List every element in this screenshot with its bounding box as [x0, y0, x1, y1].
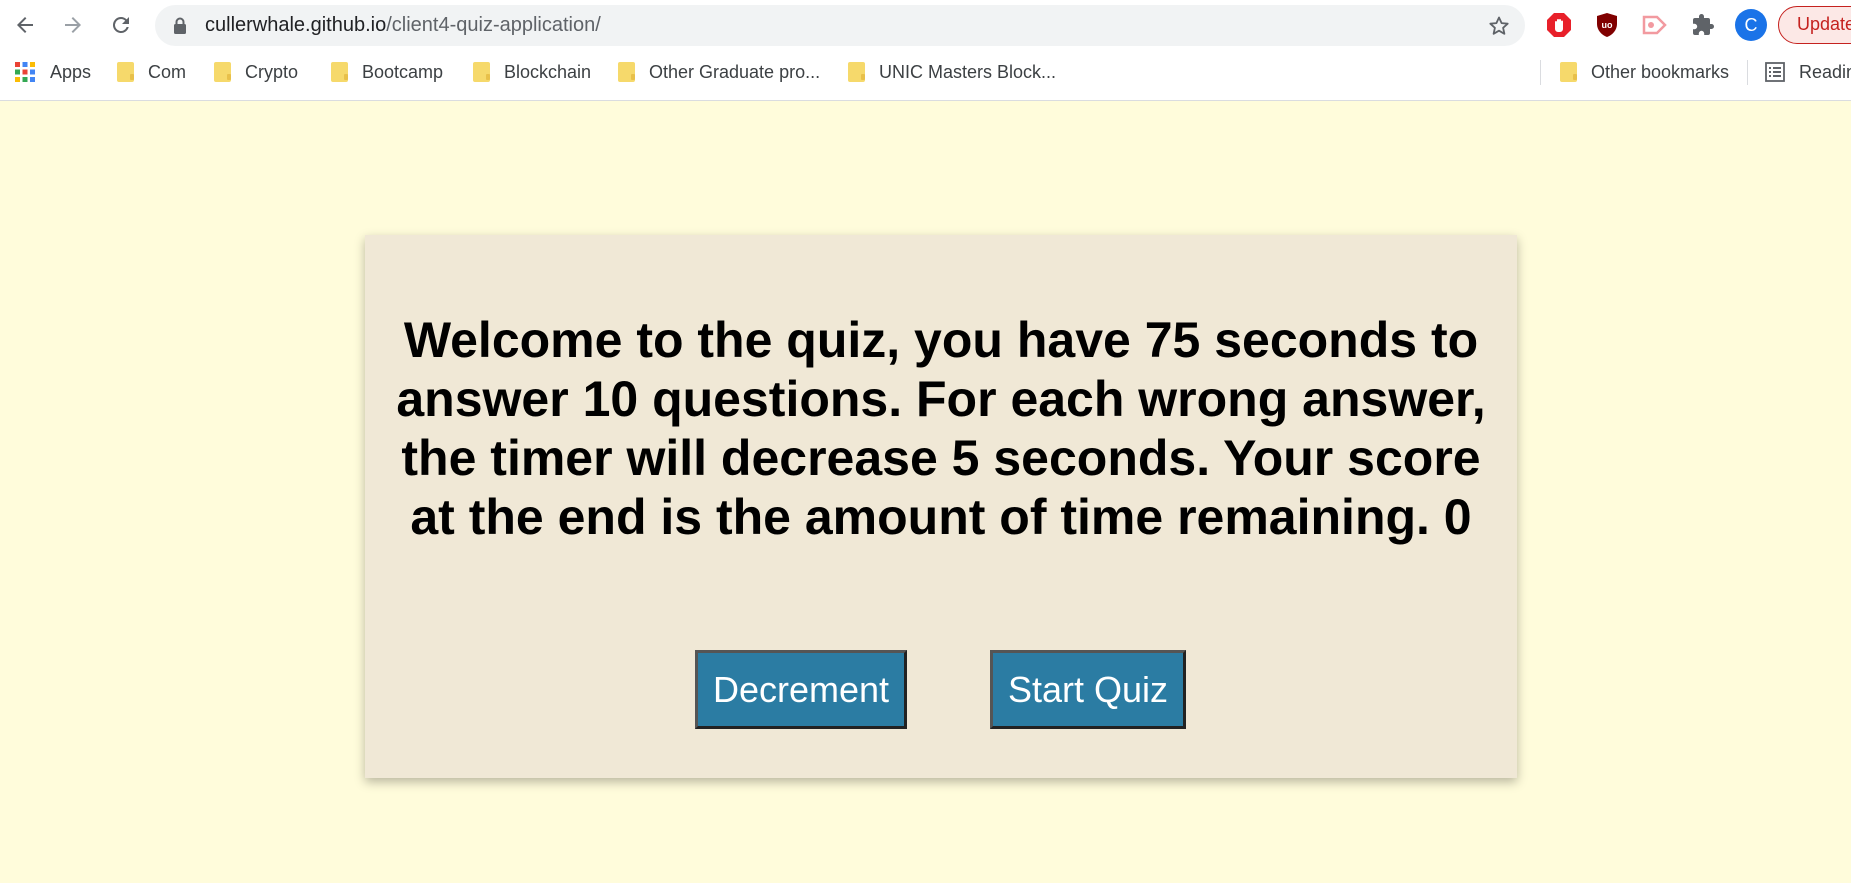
ublock-icon: uo — [1597, 13, 1617, 37]
bookmark-folder[interactable]: Com — [117, 50, 186, 94]
address-bar[interactable]: cullerwhale.github.io/client4-quiz-appli… — [155, 5, 1525, 46]
reading-list-label: Readin — [1799, 61, 1851, 82]
screencast-icon — [1642, 15, 1667, 35]
bookmarks-divider — [1747, 60, 1748, 85]
url-path: /client4-quiz-application/ — [386, 14, 601, 36]
bookmarks-divider — [1540, 60, 1541, 85]
bookmark-label: Com — [148, 61, 187, 82]
quiz-card: Welcome to the quiz, you have 75 seconds… — [365, 235, 1517, 778]
arrow-left-icon — [17, 17, 33, 33]
folder-icon — [618, 62, 635, 82]
arrow-right-icon — [65, 17, 81, 33]
reading-list[interactable]: Readin — [1765, 50, 1851, 94]
url-text: cullerwhale.github.io/client4-quiz-appli… — [205, 5, 601, 46]
reading-list-icon — [1765, 62, 1785, 82]
adblock-extension[interactable] — [1545, 11, 1573, 39]
update-button[interactable]: Update — [1778, 6, 1851, 44]
bookmark-folder[interactable]: Crypto — [214, 50, 298, 94]
bookmark-label: Other Graduate pro... — [649, 61, 821, 82]
profile-avatar[interactable]: C — [1735, 9, 1767, 41]
reload-icon — [112, 16, 129, 33]
folder-icon — [214, 62, 231, 82]
bookmark-folder[interactable]: Blockchain — [473, 50, 591, 94]
puzzle-icon — [1693, 14, 1714, 35]
url-host: cullerwhale.github.io — [205, 14, 387, 36]
back-button[interactable] — [9, 9, 41, 41]
bookmark-apps-label: Apps — [50, 61, 92, 82]
star-icon[interactable] — [1487, 14, 1511, 38]
bookmark-label: Bootcamp — [362, 61, 444, 82]
folder-icon — [117, 62, 134, 82]
welcome-message: Welcome to the quiz, you have 75 seconds… — [396, 312, 1486, 545]
ublock-extension[interactable]: uo — [1593, 11, 1621, 39]
bookmark-label: Blockchain — [504, 61, 592, 82]
adblock-icon — [1547, 13, 1571, 37]
browser-toolbar: cullerwhale.github.io/client4-quiz-appli… — [0, 0, 1851, 50]
bookmark-other-label: Other bookmarks — [1591, 61, 1730, 82]
svg-text:uo: uo — [1602, 20, 1613, 30]
folder-icon — [473, 62, 490, 82]
bookmark-folder[interactable]: Other Graduate pro... — [618, 50, 820, 94]
folder-icon — [331, 62, 348, 82]
page-content: Welcome to the quiz, you have 75 seconds… — [0, 101, 1851, 883]
folder-icon — [848, 62, 865, 82]
bookmark-folder[interactable]: Bootcamp — [331, 50, 443, 94]
decrement-button[interactable]: Decrement — [695, 650, 907, 729]
bookmark-folder[interactable]: UNIC Masters Block... — [848, 50, 1056, 94]
bookmark-label: Crypto — [245, 61, 299, 82]
bookmark-label: UNIC Masters Block... — [879, 61, 1057, 82]
folder-icon — [1560, 62, 1577, 82]
apps-grid-icon — [15, 62, 35, 82]
lock-icon — [174, 17, 186, 34]
screencast-extension[interactable] — [1641, 11, 1669, 39]
bookmark-apps[interactable]: Apps — [14, 50, 91, 94]
forward-button[interactable] — [57, 9, 89, 41]
bookmark-other[interactable]: Other bookmarks — [1560, 50, 1729, 94]
extensions-button[interactable] — [1689, 11, 1717, 39]
bookmarks-bar: Apps Com Crypto Bootcamp Blockchain Othe… — [0, 50, 1851, 101]
start-quiz-button[interactable]: Start Quiz — [990, 650, 1186, 729]
reload-button[interactable] — [105, 9, 137, 41]
